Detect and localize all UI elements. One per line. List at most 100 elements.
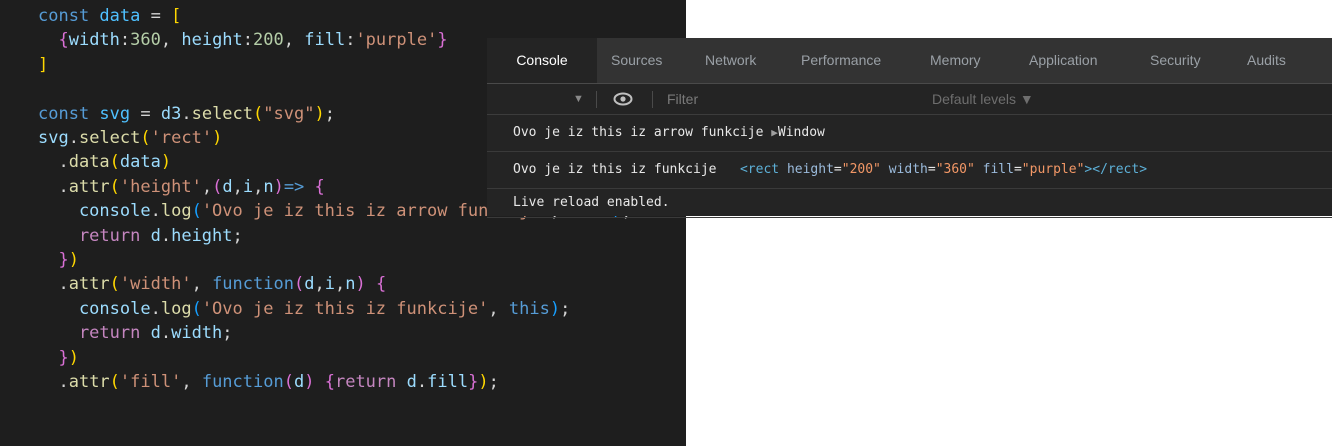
dom-node-open[interactable]: <rect xyxy=(740,162,787,177)
tab-sources[interactable]: Sources xyxy=(611,38,662,83)
code-token: . xyxy=(416,372,428,392)
code-line: return d.height; xyxy=(38,224,243,248)
code-token: ) xyxy=(478,372,489,392)
code-token: 'width' xyxy=(119,274,192,294)
code-token: ( xyxy=(109,274,120,294)
tab-network[interactable]: Network xyxy=(705,38,756,83)
code-token: d xyxy=(150,226,161,246)
code-token: } xyxy=(468,372,479,392)
code-token: : xyxy=(119,30,131,50)
code-token: { xyxy=(38,30,69,50)
code-token: console xyxy=(38,201,151,221)
code-token: n xyxy=(345,274,356,294)
code-token: ) xyxy=(314,104,325,124)
code-token: => xyxy=(283,177,305,197)
code-token: d xyxy=(406,372,417,392)
code-token: { xyxy=(375,274,387,294)
code-token: n xyxy=(263,177,274,197)
dom-attr-name: fill xyxy=(982,162,1014,177)
code-token: = xyxy=(140,6,172,26)
code-token: ( xyxy=(253,104,264,124)
devtools-panel: Console Sources Network Performance Memo… xyxy=(487,38,1332,218)
code-token: , xyxy=(181,372,202,392)
code-token: ) xyxy=(212,128,223,148)
code-token: , xyxy=(253,177,264,197)
code-token: , xyxy=(283,30,305,50)
console-text: Ovo je iz this iz arrow funkcije xyxy=(513,125,772,140)
code-token: . xyxy=(38,274,69,294)
code-token: d xyxy=(150,323,161,343)
code-token: ) xyxy=(68,348,79,368)
eye-icon[interactable] xyxy=(613,84,635,114)
code-token: ( xyxy=(212,177,223,197)
code-token: console xyxy=(38,299,151,319)
code-token: ] xyxy=(38,55,49,75)
code-token: = xyxy=(130,104,161,124)
code-token: return xyxy=(38,226,151,246)
console-toolbar: ▼ Filter Default levels ▼ xyxy=(487,84,1332,115)
code-token: return xyxy=(38,323,151,343)
expand-triangle-icon[interactable]: ▶ xyxy=(771,126,778,139)
code-token: 360 xyxy=(130,30,161,50)
code-token: . xyxy=(181,104,192,124)
code-token: svg xyxy=(99,104,131,124)
code-token: d xyxy=(293,372,305,392)
code-line: svg.select('rect') xyxy=(38,126,222,150)
code-token: ) xyxy=(68,250,79,270)
filter-input[interactable]: Filter xyxy=(667,84,927,114)
code-token: 'height' xyxy=(119,177,202,197)
dom-node-close[interactable]: ></rect> xyxy=(1084,162,1147,177)
code-token: , xyxy=(488,299,509,319)
code-token: "svg" xyxy=(263,104,315,124)
code-token: fill xyxy=(427,372,469,392)
tab-console[interactable]: Console xyxy=(487,38,597,83)
log-levels-dropdown[interactable]: Default levels ▼ xyxy=(932,84,1034,114)
code-token: ) xyxy=(355,274,366,294)
code-token: ( xyxy=(191,299,202,319)
code-token: data xyxy=(119,152,161,172)
code-token: ; xyxy=(324,104,335,124)
code-line: .attr('height',(d,i,n)=> { xyxy=(38,175,324,199)
code-token: 'rect' xyxy=(150,128,213,148)
code-token: , xyxy=(334,274,346,294)
code-token: ( xyxy=(109,152,120,172)
code-token: [ xyxy=(171,6,182,26)
code-token: ; xyxy=(222,323,233,343)
code-token: : xyxy=(345,30,356,50)
code-token: , xyxy=(314,274,325,294)
toolbar-divider xyxy=(596,91,597,108)
code-token: ) xyxy=(549,299,561,319)
code-token: ( xyxy=(140,128,151,148)
code-token: , xyxy=(191,274,213,294)
code-token: . xyxy=(68,128,79,148)
console-message: Live reload enabled. xyxy=(487,189,1332,218)
code-line: }) xyxy=(38,346,79,370)
tab-security[interactable]: Security xyxy=(1150,38,1201,83)
code-token: height xyxy=(181,30,243,50)
code-token: } xyxy=(38,348,69,368)
tab-performance[interactable]: Performance xyxy=(801,38,881,83)
code-token: } xyxy=(38,250,69,270)
tab-audits[interactable]: Audits xyxy=(1247,38,1286,83)
code-token: . xyxy=(160,323,172,343)
code-token: . xyxy=(38,372,69,392)
code-token: { xyxy=(324,372,335,392)
code-line: ] xyxy=(38,53,48,77)
code-line: const svg = d3.select("svg"); xyxy=(38,102,335,126)
tab-memory[interactable]: Memory xyxy=(930,38,981,83)
code-token: d xyxy=(222,177,233,197)
tab-application[interactable]: Application xyxy=(1029,38,1098,83)
code-token: 'fill' xyxy=(119,372,182,392)
code-token: ( xyxy=(191,201,202,221)
console-message: Ovo je iz this iz funkcije <rect height=… xyxy=(487,152,1332,189)
code-token: , xyxy=(201,177,213,197)
context-dropdown-arrow[interactable]: ▼ xyxy=(573,84,584,114)
dom-attr-value: "200" xyxy=(841,162,881,177)
code-token: 200 xyxy=(253,30,284,50)
code-token: function xyxy=(212,274,294,294)
code-line: return d.width; xyxy=(38,321,233,345)
console-object[interactable]: Window xyxy=(778,125,825,140)
code-token: width xyxy=(68,30,120,50)
code-token: } xyxy=(437,30,448,50)
code-line: }) xyxy=(38,248,79,272)
